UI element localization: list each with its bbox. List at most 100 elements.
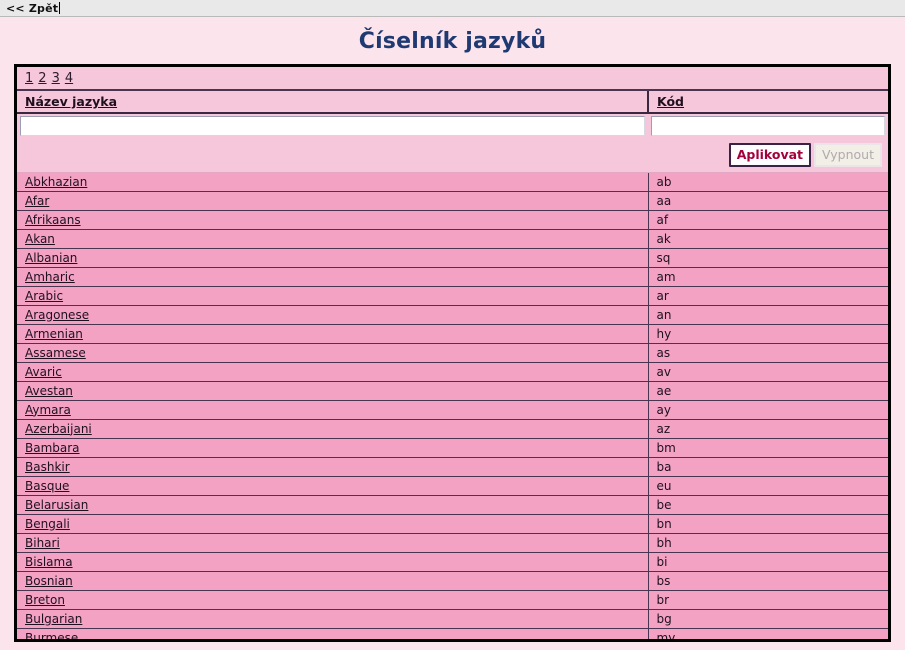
language-link[interactable]: Basque (25, 479, 69, 493)
language-link[interactable]: Albanian (25, 251, 77, 265)
language-link[interactable]: Bulgarian (25, 612, 82, 626)
cell-language-name: Avestan (17, 381, 648, 401)
language-link[interactable]: Bislama (25, 555, 73, 569)
cell-language-name: Albanian (17, 248, 648, 268)
language-link[interactable]: Akan (25, 232, 55, 246)
filter-cell-name (17, 113, 648, 139)
back-link[interactable]: << Zpět (6, 2, 58, 15)
filter-input-code[interactable] (651, 116, 885, 136)
cell-language-code: az (647, 419, 888, 439)
language-link[interactable]: Belarusian (25, 498, 88, 512)
column-header-name[interactable]: Název jazyka (17, 90, 648, 114)
table-row: Aragonese an (17, 305, 888, 325)
language-table-frame: 1234 Název jazyka Kód Aplikovat Vypnout … (14, 64, 891, 642)
language-link[interactable]: Bengali (25, 517, 70, 531)
cell-language-code: ar (647, 286, 888, 306)
table-row: Bulgarian bg (17, 609, 888, 629)
table-row: Avestan ae (17, 381, 888, 401)
language-table-body: 1234 Název jazyka Kód Aplikovat Vypnout (17, 67, 888, 173)
language-link[interactable]: Afrikaans (25, 213, 81, 227)
language-link[interactable]: Breton (25, 593, 65, 607)
language-link[interactable]: Azerbaijani (25, 422, 92, 436)
language-link[interactable]: Aymara (25, 403, 71, 417)
table-row: Bengali bn (17, 514, 888, 534)
table-row: Afrikaans af (17, 210, 888, 230)
pagination-page-2[interactable]: 2 (38, 71, 46, 86)
cell-language-code: bm (647, 438, 888, 458)
table-row: Aymara ay (17, 400, 888, 420)
pagination: 1234 (25, 71, 78, 86)
pagination-page-3[interactable]: 3 (52, 71, 60, 86)
table-row: Albanian sq (17, 248, 888, 268)
cell-language-code: as (647, 343, 888, 363)
cell-language-name: Bosnian (17, 571, 648, 591)
language-link[interactable]: Bihari (25, 536, 60, 550)
language-link[interactable]: Aragonese (25, 308, 89, 322)
cell-language-code: ak (647, 229, 888, 249)
reset-filter-button: Vypnout (814, 143, 882, 167)
filter-row (17, 113, 888, 139)
table-row: Bihari bh (17, 533, 888, 553)
pagination-page-4[interactable]: 4 (65, 71, 73, 86)
language-rows: Abkhazian ab Afar aa Afrikaans af Akan ak Albani… (17, 172, 888, 639)
cell-language-name: Bambara (17, 438, 648, 458)
cell-language-name: Amharic (17, 267, 648, 287)
table-row: Breton br (17, 590, 888, 610)
language-link[interactable]: Avestan (25, 384, 73, 398)
cell-language-name: Armenian (17, 324, 648, 344)
table-row: Belarusian be (17, 495, 888, 515)
cell-language-code: af (647, 210, 888, 230)
language-link[interactable]: Armenian (25, 327, 83, 341)
pagination-page-1[interactable]: 1 (25, 71, 33, 86)
cell-language-code: bn (647, 514, 888, 534)
cell-language-code: am (647, 267, 888, 287)
language-link[interactable]: Amharic (25, 270, 75, 284)
table-row: Assamese as (17, 343, 888, 363)
table-row: Bosnian bs (17, 571, 888, 591)
cell-language-code: an (647, 305, 888, 325)
cell-language-code: sq (647, 248, 888, 268)
table-header-row: Název jazyka Kód (17, 90, 888, 114)
browser-top-bar: << Zpět (0, 0, 905, 17)
cell-language-name: Belarusian (17, 495, 648, 515)
cell-language-name: Assamese (17, 343, 648, 363)
language-link[interactable]: Bashkir (25, 460, 70, 474)
filter-actions-row: Aplikovat Vypnout (17, 139, 888, 173)
language-link[interactable]: Assamese (25, 346, 86, 360)
cell-language-code: hy (647, 324, 888, 344)
cell-language-name: Aymara (17, 400, 648, 420)
cell-language-name: Avaric (17, 362, 648, 382)
language-link[interactable]: Afar (25, 194, 49, 208)
language-table: 1234 Název jazyka Kód Aplikovat Vypnout … (17, 67, 888, 639)
page-title: Číselník jazyků (358, 29, 547, 54)
cell-language-code: ba (647, 457, 888, 477)
pagination-row: 1234 (17, 67, 888, 91)
cell-language-code: bi (647, 552, 888, 572)
table-row: Amharic am (17, 267, 888, 287)
language-link[interactable]: Avaric (25, 365, 62, 379)
language-link[interactable]: Burmese (25, 631, 78, 639)
cell-language-name: Burmese (17, 628, 648, 639)
cell-language-name: Basque (17, 476, 648, 496)
table-row: Burmese my (17, 628, 888, 639)
language-link[interactable]: Abkhazian (25, 175, 87, 189)
cell-language-code: bh (647, 533, 888, 553)
cell-language-name: Bulgarian (17, 609, 648, 629)
table-row: Afar aa (17, 191, 888, 211)
table-row: Avaric av (17, 362, 888, 382)
cell-language-name: Arabic (17, 286, 648, 306)
cell-language-code: ae (647, 381, 888, 401)
filter-input-name[interactable] (20, 116, 645, 136)
column-header-code[interactable]: Kód (647, 90, 888, 114)
column-header-code-label: Kód (657, 94, 685, 109)
pagination-cell: 1234 (17, 67, 888, 91)
cell-language-name: Azerbaijani (17, 419, 648, 439)
table-row: Arabic ar (17, 286, 888, 306)
table-row: Azerbaijani az (17, 419, 888, 439)
cell-language-name: Akan (17, 229, 648, 249)
language-link[interactable]: Bambara (25, 441, 80, 455)
language-link[interactable]: Arabic (25, 289, 63, 303)
cell-language-name: Bengali (17, 514, 648, 534)
apply-filter-button[interactable]: Aplikovat (728, 143, 812, 167)
language-link[interactable]: Bosnian (25, 574, 73, 588)
